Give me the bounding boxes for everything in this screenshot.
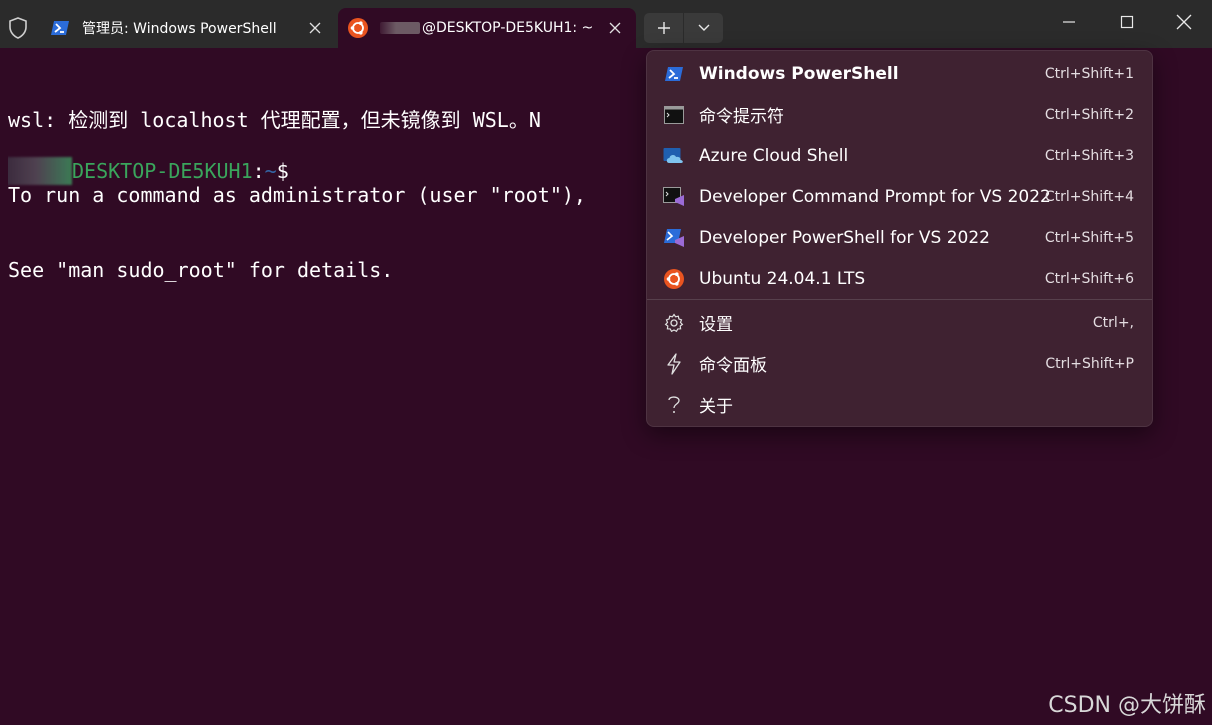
maximize-icon [1120,15,1134,29]
menu-item-label: Ubuntu 24.04.1 LTS [699,268,866,289]
lightning-icon [663,352,685,375]
redacted-username [8,157,72,185]
azure-cloud-icon [663,145,685,167]
vs-powershell-icon [663,227,685,249]
menu-item-label: Azure Cloud Shell [699,145,849,166]
menu-item-shortcut: Ctrl+Shift+1 [1044,65,1134,82]
new-tab-button[interactable] [644,13,683,43]
minimize-icon [1063,21,1075,23]
menu-item-shortcut: Ctrl+Shift+4 [1044,188,1134,205]
menu-item-developer-command-prompt[interactable]: Developer Command Prompt for VS 2022 Ctr… [647,176,1152,217]
redacted-username [380,22,420,34]
prompt-symbol: $ [276,158,289,183]
vs-cmd-icon [663,186,685,208]
menu-item-shortcut: Ctrl+Shift+6 [1044,270,1134,287]
powershell-icon [51,21,69,35]
terminal-line: To run a command as administrator (user … [8,183,586,207]
tab-label: 管理员: Windows PowerShell [82,21,277,37]
menu-item-windows-powershell[interactable]: Windows PowerShell Ctrl+Shift+1 [647,53,1152,94]
menu-item-shortcut: Ctrl+, [1092,314,1134,331]
maximize-button[interactable] [1098,0,1156,44]
close-icon [609,22,621,34]
menu-item-label: Developer PowerShell for VS 2022 [699,227,990,248]
menu-item-azure-cloud-shell[interactable]: Azure Cloud Shell Ctrl+Shift+3 [647,135,1152,176]
tab-powershell[interactable]: 管理员: Windows PowerShell [40,8,336,48]
terminal-output[interactable]: wsl: 检测到 localhost 代理配置，但未镜像到 WSL。N To r… [8,58,648,708]
terminal-line: See "man sudo_root" for details. [8,258,394,282]
menu-item-settings[interactable]: 设置 Ctrl+, [647,302,1152,343]
menu-item-label: Windows PowerShell [699,63,899,84]
ubuntu-icon [348,18,368,38]
question-icon [663,394,685,416]
menu-item-shortcut: Ctrl+Shift+3 [1044,147,1134,164]
menu-item-shortcut: Ctrl+Shift+2 [1044,106,1134,123]
minimize-button[interactable] [1040,0,1098,44]
tab-label: @DESKTOP-DE5KUH1: ~ [422,20,594,36]
close-window-button[interactable] [1155,0,1212,44]
new-tab-split-button [644,13,723,43]
ubuntu-icon [663,268,685,290]
watermark: CSDN @大饼酥 [1048,693,1206,718]
menu-item-command-palette[interactable]: 命令面板 Ctrl+Shift+P [647,343,1152,384]
menu-item-label: 命令提示符 [699,107,784,127]
terminal-line: wsl: 检测到 localhost 代理配置，但未镜像到 WSL。N [8,108,541,132]
menu-item-label: 设置 [699,315,733,335]
tab-ubuntu[interactable]: @DESKTOP-DE5KUH1: ~ [338,8,636,48]
powershell-icon [663,63,685,85]
menu-item-command-prompt[interactable]: 命令提示符 Ctrl+Shift+2 [647,94,1152,135]
title-bar: 管理员: Windows PowerShell @DESKTOP-DE5KUH1… [0,0,1212,48]
prompt-colon: : [252,158,265,183]
menu-item-developer-powershell[interactable]: Developer PowerShell for VS 2022 Ctrl+Sh… [647,217,1152,258]
menu-item-label: 命令面板 [699,356,767,376]
menu-item-label: 关于 [699,397,733,417]
menu-item-ubuntu[interactable]: Ubuntu 24.04.1 LTS Ctrl+Shift+6 [647,258,1152,299]
close-icon [309,22,321,34]
plus-icon [657,22,670,34]
close-tab-button[interactable] [300,13,330,43]
new-tab-dropdown-menu: Windows PowerShell Ctrl+Shift+1 命令提示符 Ct… [646,50,1153,427]
cmd-icon [663,104,685,126]
menu-item-label: Developer Command Prompt for VS 2022 [699,186,1051,207]
prompt-path: ~ [264,158,277,183]
menu-divider [647,299,1152,300]
gear-icon [663,312,685,334]
new-tab-dropdown-button[interactable] [684,13,723,43]
menu-item-about[interactable]: 关于 [647,384,1152,425]
prompt-host: DESKTOP-DE5KUH1 [72,158,253,183]
chevron-down-icon [698,24,709,31]
shell-prompt: DESKTOP-DE5KUH1: ~ $ [8,157,289,185]
menu-item-shortcut: Ctrl+Shift+5 [1044,229,1134,246]
close-icon [1176,14,1192,30]
shield-icon [9,17,27,39]
menu-item-shortcut: Ctrl+Shift+P [1045,355,1134,372]
close-tab-button[interactable] [600,13,630,43]
